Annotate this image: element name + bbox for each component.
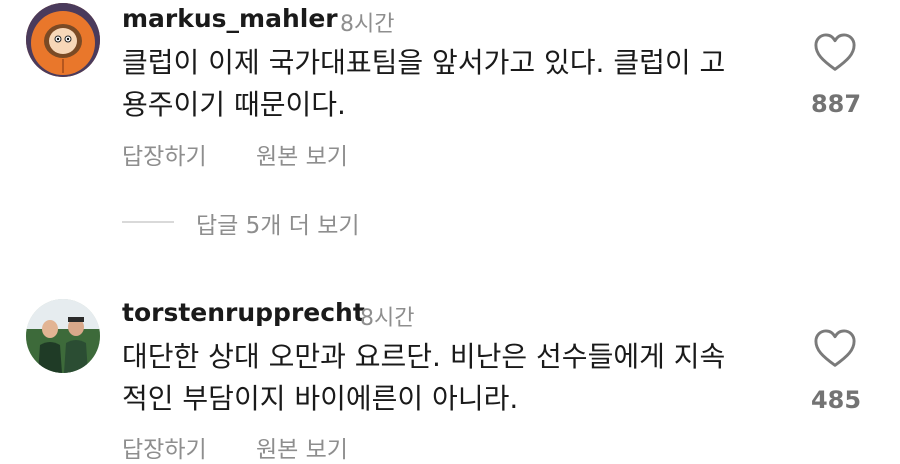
profile-photo-icon (26, 299, 100, 373)
comment-text-line: 대단한 상대 오만과 요르단. 비난은 선수들에게 지속 (122, 340, 726, 373)
comment-text-line: 용주이기 때문이다. (122, 88, 346, 121)
comment-username[interactable]: markus_mahler (122, 4, 338, 33)
comment-item: markus_mahler 8시간 클럽이 이제 국가대표팀을 앞서가고 있다.… (0, 0, 900, 200)
see-original-button[interactable]: 원본 보기 (256, 430, 348, 464)
comment-text-line: 적인 부담이지 바이에른이 아니라. (122, 382, 519, 415)
kenny-avatar-icon (26, 3, 100, 77)
reply-button[interactable]: 답장하기 (122, 137, 207, 171)
comment-text-line: 클럽이 이제 국가대표팀을 앞서가고 있다. 클럽이 고 (122, 46, 726, 79)
like-count: 485 (810, 386, 862, 414)
comment-item: torstenrupprecht 8시간 대단한 상대 오만과 요르단. 비난은… (0, 296, 900, 463)
view-more-replies-button[interactable]: 답글 5개 더 보기 (196, 206, 360, 240)
like-count: 887 (810, 90, 862, 118)
comment-text: 클럽이 이제 국가대표팀을 앞서가고 있다. 클럽이 고 용주이기 때문이다. (122, 42, 782, 126)
comment-time: 8시간 (360, 306, 415, 331)
heart-outline-icon[interactable] (813, 328, 857, 368)
heart-outline-icon[interactable] (813, 32, 857, 72)
comment-text: 대단한 상대 오만과 요르단. 비난은 선수들에게 지속 적인 부담이지 바이에… (122, 336, 782, 420)
reply-button[interactable]: 답장하기 (122, 430, 207, 464)
avatar[interactable] (26, 299, 100, 373)
avatar[interactable] (26, 3, 100, 77)
see-original-button[interactable]: 원본 보기 (256, 137, 348, 171)
comment-username[interactable]: torstenrupprecht (122, 298, 365, 327)
comment-time: 8시간 (340, 12, 395, 37)
replies-divider (122, 221, 174, 223)
